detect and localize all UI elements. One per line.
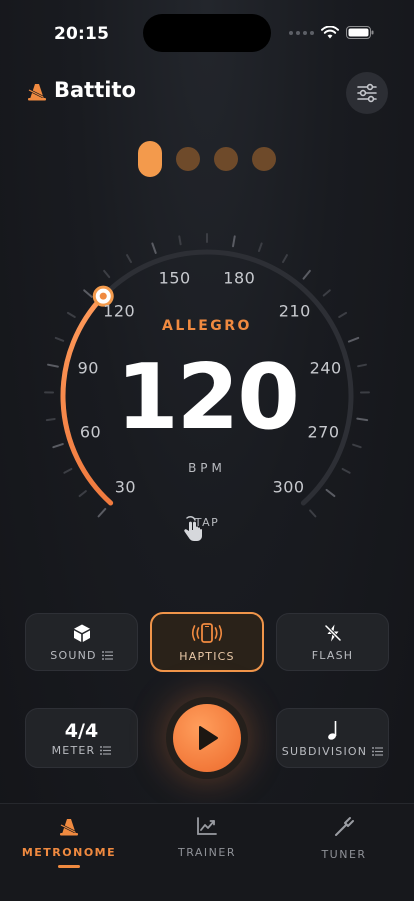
play-icon	[194, 724, 220, 752]
dial-tick	[152, 244, 155, 253]
active-tab-indicator	[58, 865, 80, 868]
tempo-marking: ALLEGRO	[20, 318, 394, 334]
beat-dot-active	[138, 141, 162, 177]
dial-tick	[327, 490, 335, 496]
dial-tick	[104, 271, 109, 277]
dial-tick	[99, 509, 106, 516]
wifi-icon	[321, 26, 339, 39]
dial-scale-label: 180	[223, 269, 255, 288]
subdivision-label: SUBDIVISION	[282, 745, 367, 758]
bpm-unit-label: BPM	[20, 461, 394, 475]
haptics-label: HAPTICS	[179, 650, 234, 663]
dial-tick	[56, 338, 63, 341]
sound-button[interactable]: SOUND	[25, 613, 138, 671]
beat-dot	[252, 147, 276, 171]
flash-toggle[interactable]: FLASH	[276, 613, 389, 671]
status-icons	[289, 26, 374, 39]
app-title: Battito	[54, 78, 136, 102]
play-button-ring	[166, 697, 248, 779]
tap-tempo-button[interactable]: TAP	[177, 514, 237, 529]
chart-icon	[195, 816, 219, 836]
subdivision-button[interactable]: SUBDIVISION	[276, 708, 389, 768]
tempo-dial[interactable]: 306090120150180210240270300 ALLEGRO 120 …	[20, 216, 394, 546]
bpm-value: 120	[20, 348, 394, 448]
dial-tick	[349, 338, 358, 342]
list-icon	[100, 746, 111, 755]
play-button[interactable]	[173, 704, 241, 772]
app-header: Battito	[0, 72, 414, 112]
sliders-icon	[356, 83, 378, 103]
dial-knob-center	[100, 293, 107, 300]
dial-tick	[233, 236, 235, 246]
cellular-signal-icon	[289, 31, 314, 35]
dial-tick	[304, 271, 310, 279]
metronome-logo-icon	[26, 81, 48, 101]
dial-tick	[68, 313, 75, 317]
tab-label-tuner: TUNER	[284, 848, 404, 861]
dial-tick	[339, 313, 346, 317]
list-icon	[372, 747, 383, 756]
dial-tick	[283, 255, 287, 262]
dial-scale-label: 300	[273, 477, 305, 496]
hand-tap-icon	[177, 514, 207, 544]
dial-tick	[310, 510, 315, 516]
tuning-fork-icon	[332, 816, 356, 838]
meter-label: METER	[52, 744, 96, 757]
flash-off-icon	[323, 623, 343, 643]
haptics-toggle[interactable]: HAPTICS	[150, 612, 264, 672]
dial-tick	[259, 244, 262, 252]
dial-tick	[127, 255, 131, 262]
flash-label: FLASH	[312, 649, 354, 662]
settings-button[interactable]	[346, 72, 388, 114]
tab-label-trainer: TRAINER	[147, 846, 267, 859]
tab-bar: METRONOME TRAINER TUNER	[0, 803, 414, 901]
dynamic-island	[143, 14, 271, 52]
beat-dot	[214, 147, 238, 171]
dial-scale-label: 150	[159, 269, 191, 288]
meter-button[interactable]: 4/4 METER	[25, 708, 138, 768]
tab-metronome[interactable]: METRONOME	[9, 816, 129, 868]
tab-tuner[interactable]: TUNER	[284, 816, 404, 861]
dial-tick	[80, 491, 86, 496]
battery-icon	[346, 26, 374, 39]
tab-label-metronome: METRONOME	[9, 846, 129, 859]
beat-indicator	[0, 141, 414, 177]
phone-vibrate-icon	[191, 622, 223, 644]
meter-value: 4/4	[65, 720, 98, 742]
sound-label: SOUND	[50, 649, 96, 662]
dial-tick	[324, 290, 330, 295]
dial-tick	[179, 236, 180, 244]
status-time: 20:15	[54, 24, 109, 44]
dial-scale-label: 30	[115, 477, 136, 496]
tab-trainer[interactable]: TRAINER	[147, 816, 267, 859]
dial-tick	[84, 290, 92, 297]
quarter-note-icon	[325, 719, 341, 741]
list-icon	[102, 651, 113, 660]
status-bar: 20:15	[0, 0, 414, 64]
metronome-icon	[57, 816, 81, 836]
cube-icon	[72, 623, 92, 643]
beat-dot	[176, 147, 200, 171]
